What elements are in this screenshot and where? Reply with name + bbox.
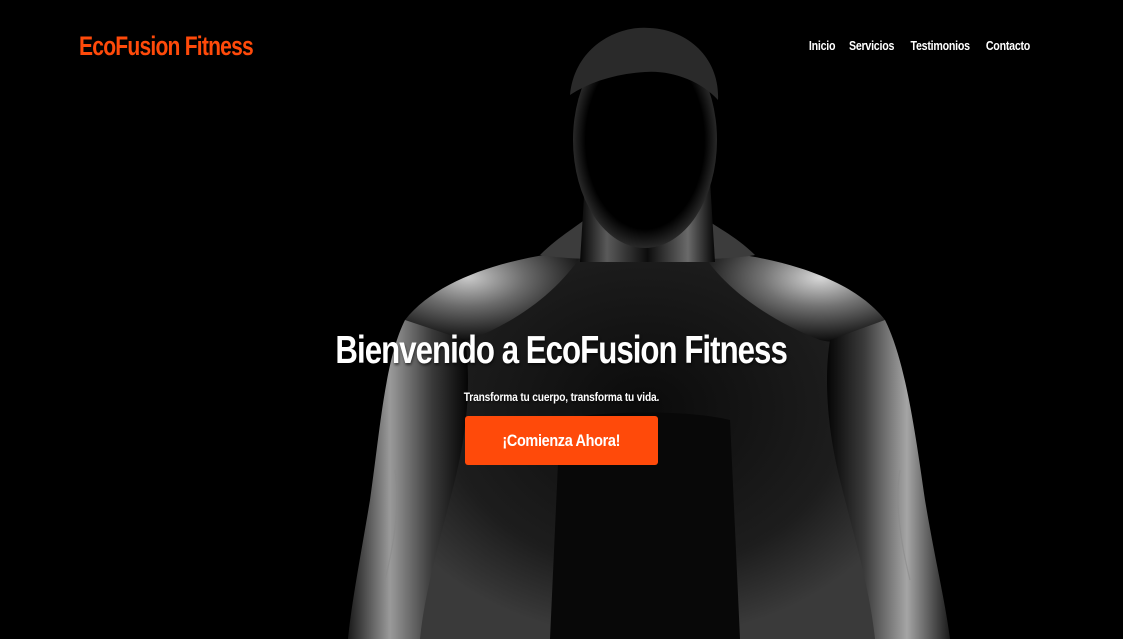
start-now-button[interactable]: ¡Comienza Ahora! bbox=[465, 416, 658, 465]
hero-background-image bbox=[0, 0, 1123, 639]
nav-link-servicios[interactable]: Servicios bbox=[849, 36, 894, 55]
hero-subtitle: Transforma tu cuerpo, transforma tu vida… bbox=[463, 390, 660, 404]
main-nav: Inicio Servicios Testimonios Contacto bbox=[806, 36, 1035, 55]
nav-link-contacto[interactable]: Contacto bbox=[986, 36, 1030, 55]
nav-link-testimonios[interactable]: Testimonios bbox=[910, 36, 970, 55]
nav-link-inicio[interactable]: Inicio bbox=[809, 36, 836, 55]
hero-title: Bienvenido a EcoFusion Fitness bbox=[335, 329, 788, 372]
hero-section: Bienvenido a EcoFusion Fitness Transform… bbox=[0, 324, 1123, 465]
start-now-label: ¡Comienza Ahora! bbox=[502, 431, 621, 450]
site-header: EcoFusion Fitness Inicio Servicios Testi… bbox=[0, 0, 1123, 92]
landing-page: EcoFusion Fitness Inicio Servicios Testi… bbox=[0, 0, 1123, 639]
brand-logo[interactable]: EcoFusion Fitness bbox=[79, 28, 254, 64]
